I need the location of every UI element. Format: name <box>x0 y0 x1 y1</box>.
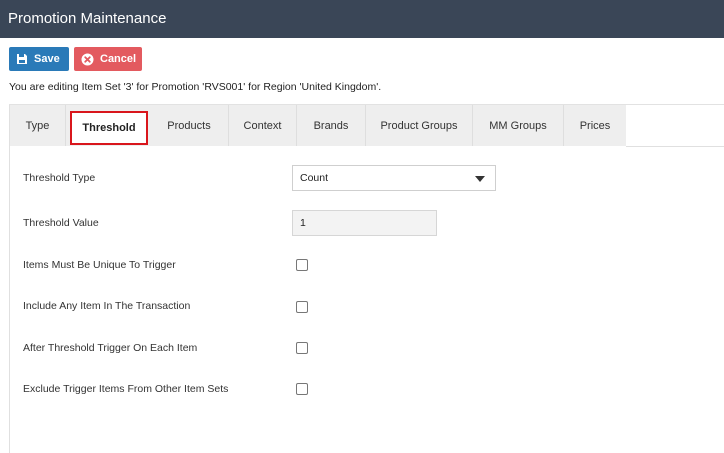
tab-prices[interactable]: Prices <box>564 105 626 146</box>
tab-context[interactable]: Context <box>229 105 297 146</box>
save-button[interactable]: Save <box>9 47 69 71</box>
tab-products[interactable]: Products <box>150 105 229 146</box>
tab-threshold[interactable]: Threshold <box>70 111 148 145</box>
cancel-button-label: Cancel <box>100 53 137 65</box>
threshold-value-label: Threshold Value <box>23 217 99 229</box>
threshold-type-select[interactable]: Count <box>292 165 496 191</box>
caret-down-icon <box>475 176 485 182</box>
tab-product-groups[interactable]: Product Groups <box>366 105 473 146</box>
panel-border <box>9 105 10 453</box>
threshold-type-value: Count <box>300 172 329 184</box>
threshold-type-label: Threshold Type <box>23 172 96 184</box>
include-any-item-checkbox[interactable] <box>296 301 308 313</box>
include-any-item-label: Include Any Item In The Transaction <box>23 300 191 312</box>
tab-brands[interactable]: Brands <box>297 105 366 146</box>
panel-border-top <box>626 146 724 147</box>
unique-trigger-label: Items Must Be Unique To Trigger <box>23 259 176 271</box>
editing-info-text: You are editing Item Set '3' for Promoti… <box>9 81 382 93</box>
exclude-trigger-items-label: Exclude Trigger Items From Other Item Se… <box>23 383 229 395</box>
trigger-each-item-checkbox[interactable] <box>296 342 308 354</box>
page-title: Promotion Maintenance <box>0 0 724 38</box>
close-circle-icon <box>81 53 94 65</box>
tab-type[interactable]: Type <box>10 105 66 146</box>
floppy-disk-icon <box>17 54 27 64</box>
unique-trigger-checkbox[interactable] <box>296 259 308 271</box>
cancel-button[interactable]: Cancel <box>74 47 142 71</box>
threshold-value-input[interactable]: 1 <box>292 210 437 236</box>
save-button-label: Save <box>34 53 60 65</box>
tab-mm-groups[interactable]: MM Groups <box>473 105 564 146</box>
exclude-trigger-items-checkbox[interactable] <box>296 383 308 395</box>
trigger-each-item-label: After Threshold Trigger On Each Item <box>23 342 198 354</box>
